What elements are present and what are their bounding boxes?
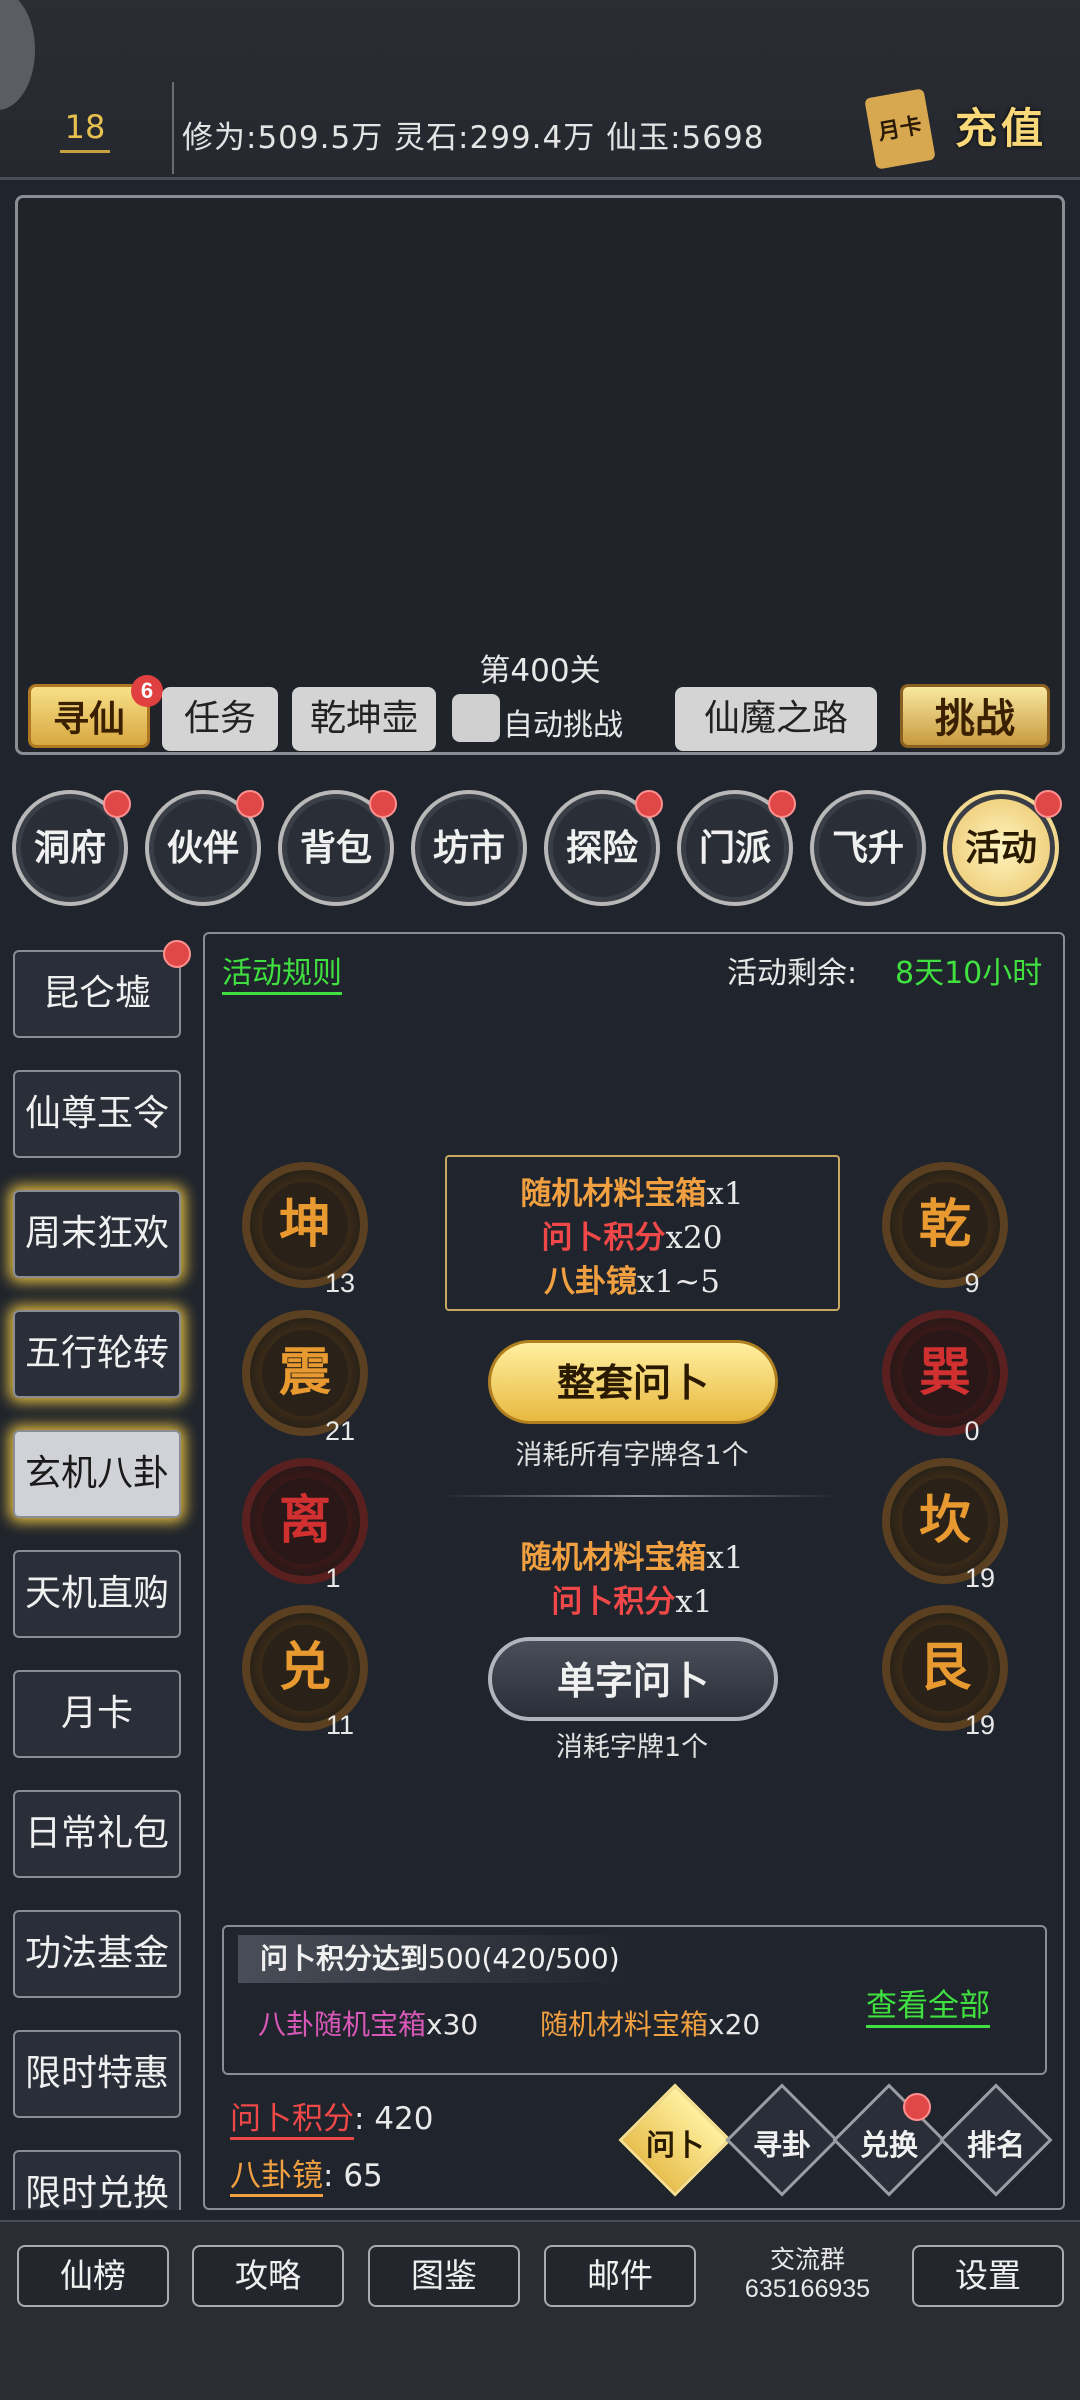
sidebar-item-direct-buy[interactable]: 天机直购 xyxy=(13,1550,181,1638)
sidebar-item-weekend[interactable]: 周末狂欢 xyxy=(13,1190,181,1278)
sidebar-item-daily-pack[interactable]: 日常礼包 xyxy=(13,1790,181,1878)
remaining-time: 8天10小时 xyxy=(895,956,1043,991)
recharge-button[interactable]: 月卡 充值 xyxy=(860,85,1065,170)
notification-dot xyxy=(236,790,264,818)
reward-line: 问卜积分x20 xyxy=(541,1220,723,1256)
goal-reward: 随机材料宝箱x20 xyxy=(540,2008,761,2041)
points-readout: 问卜积分: 420 xyxy=(230,2093,433,2140)
pot-button[interactable]: 乾坤壶 xyxy=(292,687,436,751)
trigram-count: 21 xyxy=(324,1416,356,1446)
sidebar-item-monthly-card[interactable]: 月卡 xyxy=(13,1670,181,1758)
reward-line: 八卦镜x1~5 xyxy=(544,1264,720,1300)
sidebar-item-fund[interactable]: 功法基金 xyxy=(13,1910,181,1998)
single-divination-note: 消耗字牌1个 xyxy=(555,1732,709,1763)
full-divination-note: 消耗所有字牌各1个 xyxy=(515,1440,749,1471)
tab-exchange-label: 兑换 xyxy=(859,2128,918,2162)
divider xyxy=(172,82,174,174)
monthly-card-icon: 月卡 xyxy=(864,88,936,170)
challenge-button[interactable]: 挑战 xyxy=(900,684,1050,748)
resource-readout: 修为:509.5万 灵石:299.4万 仙玉:5698 xyxy=(182,120,765,156)
mail-button[interactable]: 邮件 xyxy=(544,2245,696,2307)
sidebar-item-limited-offer[interactable]: 限时特惠 xyxy=(13,2030,181,2118)
tab-divination-label: 问卜 xyxy=(645,2128,704,2162)
notification-dot xyxy=(369,790,397,818)
rules-link[interactable]: 活动规则 xyxy=(222,948,342,995)
group-number: 635166935 xyxy=(744,2275,871,2303)
menu-ascend[interactable]: 飞升 xyxy=(810,790,926,906)
trigram-count: 19 xyxy=(964,1563,996,1593)
reward-line: 随机材料宝箱x1 xyxy=(520,1540,744,1576)
menu-market[interactable]: 坊市 xyxy=(411,790,527,906)
guide-button[interactable]: 攻略 xyxy=(192,2245,344,2307)
trigram-count: 1 xyxy=(325,1563,341,1593)
trigram-count: 11 xyxy=(325,1710,355,1740)
reward-line: 问卜积分x1 xyxy=(551,1584,713,1620)
group-label: 交流群 xyxy=(769,2245,845,2274)
goal-reward: 八卦随机宝箱x30 xyxy=(258,2008,479,2041)
sidebar-item-kunlun[interactable]: 昆仑墟 xyxy=(13,950,181,1038)
view-all-link[interactable]: 查看全部 xyxy=(866,1980,990,2028)
trigram-count: 13 xyxy=(324,1268,356,1298)
full-divination-button[interactable]: 整套问卜 xyxy=(488,1340,778,1424)
trigram-count: 9 xyxy=(964,1268,980,1298)
immortal-demon-road-button[interactable]: 仙魔之路 xyxy=(675,687,877,751)
sidebar-item-jade-token[interactable]: 仙尊玉令 xyxy=(13,1070,181,1158)
sidebar-item-bagua[interactable]: 玄机八卦 xyxy=(13,1430,181,1518)
player-level: 18 xyxy=(60,108,110,153)
trigram-count: 0 xyxy=(964,1416,980,1446)
task-button[interactable]: 任务 xyxy=(162,687,278,751)
notification-dot xyxy=(103,790,131,818)
seek-label: 寻仙 xyxy=(52,698,125,740)
sidebar-item-five-elements[interactable]: 五行轮转 xyxy=(13,1310,181,1398)
notification-dot xyxy=(768,790,796,818)
notification-dot xyxy=(903,2093,931,2121)
tab-ranking-label: 排名 xyxy=(966,2128,1025,2162)
notification-dot xyxy=(1034,790,1062,818)
sidebar-item-limited-exchange[interactable]: 限时兑换 xyxy=(13,2150,181,2214)
single-divination-button[interactable]: 单字问卜 xyxy=(488,1637,778,1721)
settings-button[interactable]: 设置 xyxy=(912,2245,1064,2307)
notification-badge: 6 xyxy=(131,675,163,707)
mirror-readout: 八卦镜: 65 xyxy=(230,2150,383,2197)
auto-challenge-checkbox[interactable] xyxy=(452,694,500,742)
notification-dot xyxy=(635,790,663,818)
seek-immortal-button[interactable]: 寻仙 6 xyxy=(28,675,163,748)
codex-button[interactable]: 图鉴 xyxy=(368,2245,520,2307)
notification-dot xyxy=(163,940,191,968)
divider xyxy=(440,1495,840,1497)
tab-seek-label: 寻卦 xyxy=(752,2128,811,2162)
recharge-label: 充值 xyxy=(955,104,1048,153)
auto-challenge-label: 自动挑战 xyxy=(503,708,623,743)
trigram-count: 19 xyxy=(964,1710,996,1740)
leaderboard-button[interactable]: 仙榜 xyxy=(17,2245,169,2307)
reward-line: 随机材料宝箱x1 xyxy=(520,1176,744,1212)
remaining-label: 活动剩余: xyxy=(727,956,858,991)
goal-title: 问卜积分达到500(420/500) xyxy=(238,1935,633,1983)
